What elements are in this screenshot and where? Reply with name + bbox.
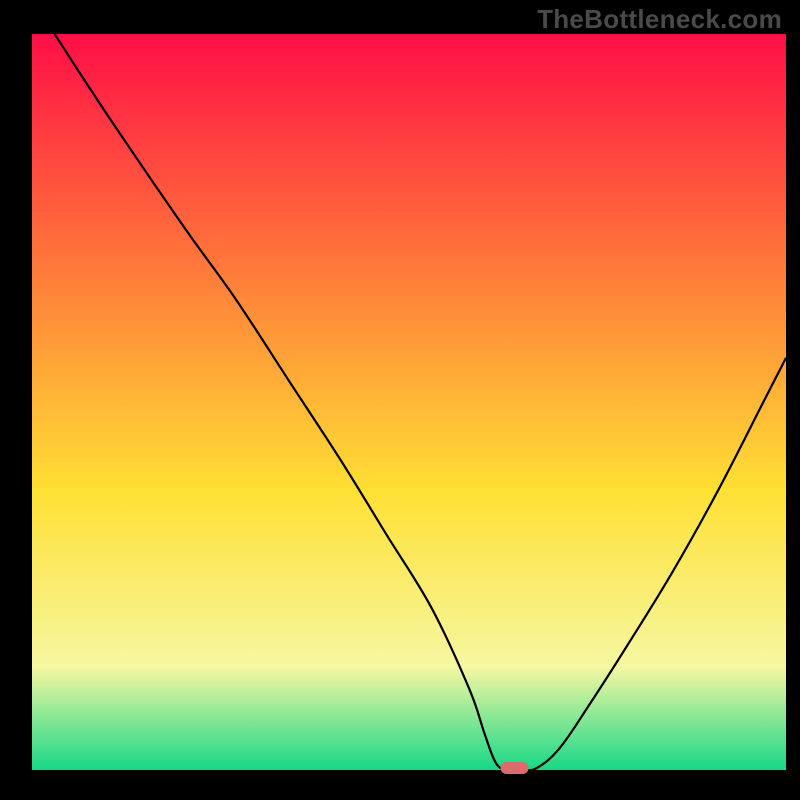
gradient-background [32, 34, 786, 770]
optimal-marker [501, 762, 529, 774]
bottleneck-chart [0, 0, 800, 800]
chart-frame: { "watermark": "TheBottleneck.com", "col… [0, 0, 800, 800]
